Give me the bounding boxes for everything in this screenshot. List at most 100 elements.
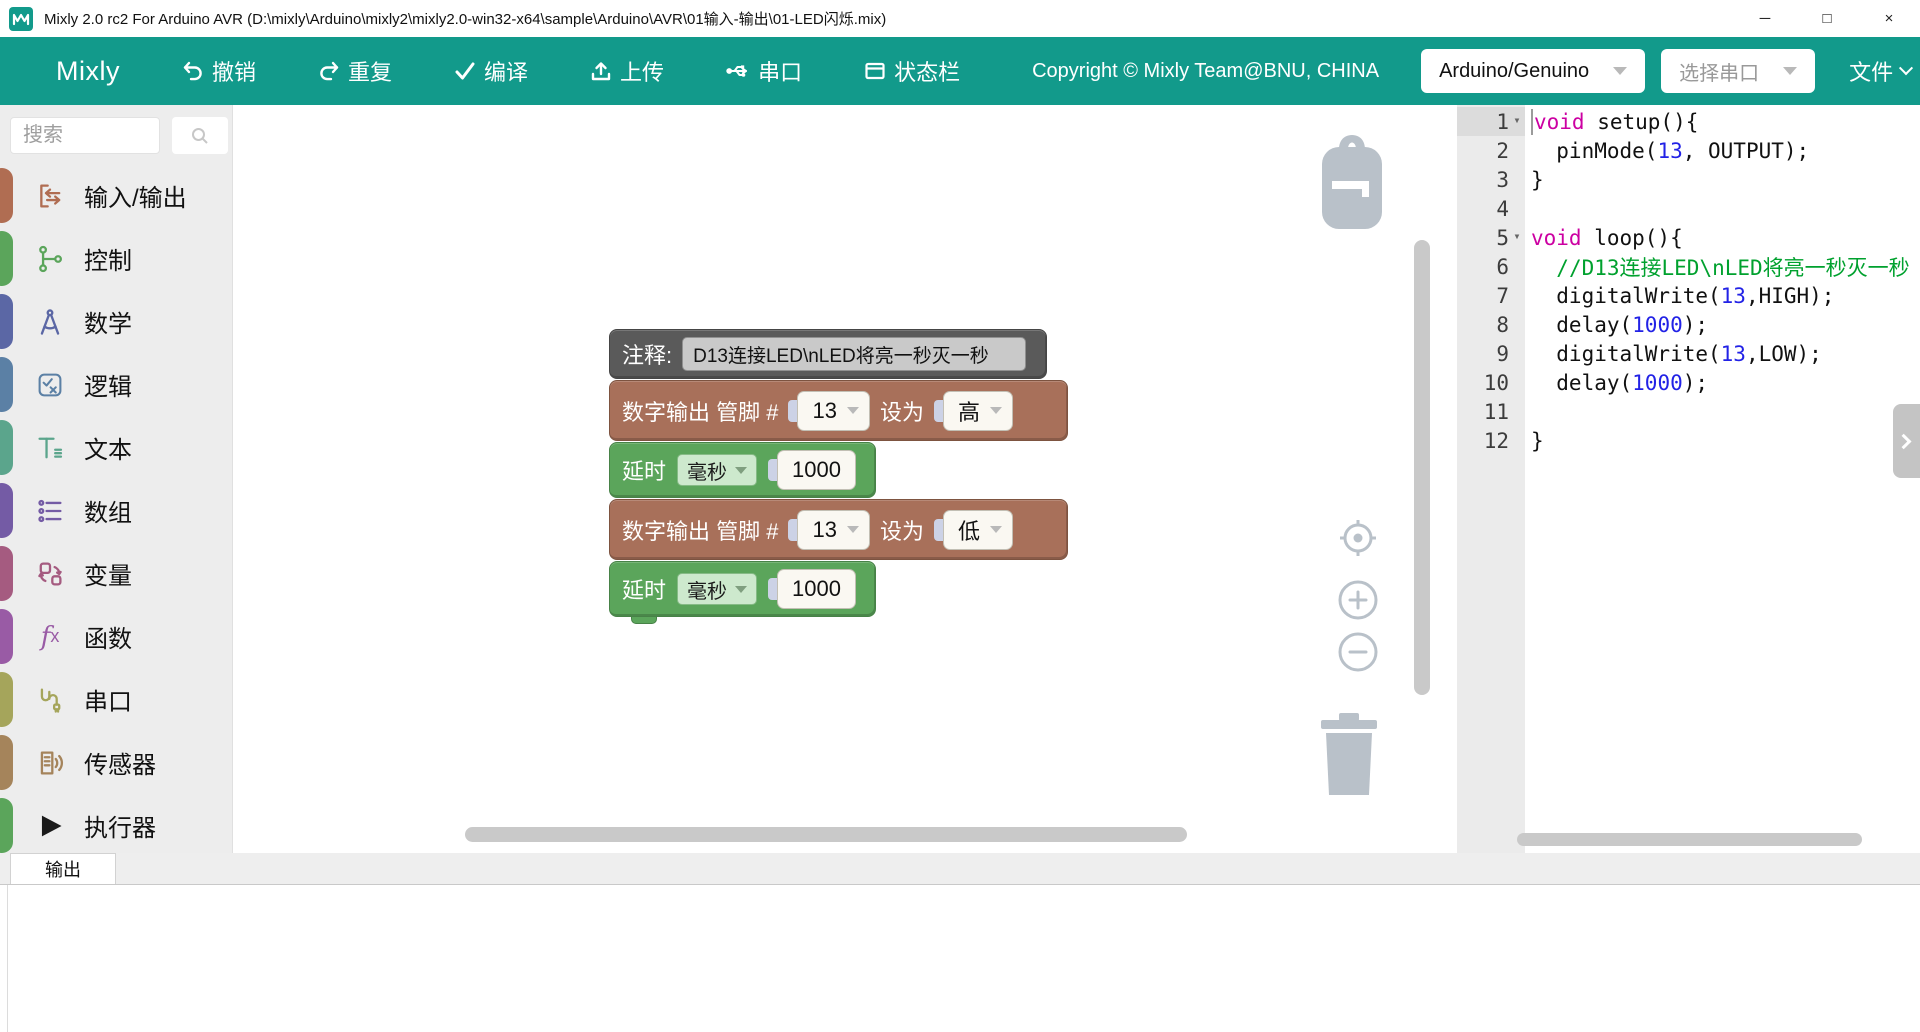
board-select[interactable]: Arduino/Genuino: [1421, 49, 1645, 93]
code-text: }: [1525, 426, 1544, 455]
chevron-right-icon: [1896, 433, 1912, 449]
delay-unit-dropdown[interactable]: 毫秒: [677, 454, 757, 486]
sidebar-item-io[interactable]: 输入/输出: [0, 164, 232, 227]
code-line: 7 digitalWrite(13,HIGH);: [1457, 281, 1920, 310]
sidebar-item-label: 输入/输出: [84, 178, 187, 213]
code-line: 2 pinMode(13, OUTPUT);: [1457, 136, 1920, 165]
line-number: 3: [1457, 165, 1525, 194]
dropdown-arrow-icon: [990, 526, 1002, 533]
delay-value-field[interactable]: 1000: [777, 569, 856, 609]
comment-text-field[interactable]: D13连接LED\nLED将亮一秒灭一秒: [682, 337, 1026, 371]
bottom-tab-strip: 输出: [0, 853, 1920, 884]
delay-unit-value: 毫秒: [687, 575, 727, 604]
redo-icon: [318, 60, 340, 82]
level-dropdown[interactable]: 低: [943, 510, 1013, 550]
canvas-horizontal-scrollbar[interactable]: [465, 827, 1187, 842]
sidebar-item-control[interactable]: 控制: [0, 227, 232, 290]
title-bar: Mixly 2.0 rc2 For Arduino AVR (D:\mixly\…: [0, 0, 1920, 37]
code-horizontal-scrollbar[interactable]: [1517, 833, 1862, 846]
dropdown-arrow-icon: [990, 407, 1002, 414]
line-number: 11: [1457, 397, 1525, 426]
delay-label: 延时: [622, 573, 666, 605]
line-number: 9: [1457, 339, 1525, 368]
sidebar-item-variable[interactable]: 变量: [0, 542, 232, 605]
upload-label: 上传: [620, 55, 664, 87]
zoom-reset-icon[interactable]: [1337, 517, 1379, 559]
comment-block[interactable]: 注释: D13连接LED\nLED将亮一秒灭一秒: [609, 329, 1047, 379]
sidebar-item-logic[interactable]: 逻辑: [0, 353, 232, 416]
delay-block-1[interactable]: 延时 毫秒 1000: [609, 442, 876, 498]
sidebar-item-math[interactable]: 数学: [0, 290, 232, 353]
zoom-out-icon[interactable]: [1337, 631, 1379, 673]
sidebar-item-serial[interactable]: 串口: [0, 668, 232, 731]
compile-check-icon: [454, 60, 476, 82]
maximize-button[interactable]: □: [1796, 0, 1858, 37]
backpack-icon[interactable]: [1318, 133, 1386, 233]
block-bottom-notch: [631, 617, 657, 624]
sidebar-item-label: 变量: [84, 556, 132, 591]
statusbar-label: 状态栏: [894, 55, 960, 87]
sidebar-item-array[interactable]: 数组: [0, 479, 232, 542]
category-color-pill: [0, 798, 13, 853]
delay-unit-value: 毫秒: [687, 456, 727, 485]
text-cursor: [1531, 109, 1533, 135]
code-editor[interactable]: 1▾void setup(){2 pinMode(13, OUTPUT);3}4…: [1457, 105, 1920, 853]
code-line: 9 digitalWrite(13,LOW);: [1457, 339, 1920, 368]
pin-dropdown[interactable]: 13: [797, 391, 869, 431]
code-panel-collapse-button[interactable]: [1893, 404, 1920, 478]
blockly-workspace[interactable]: 注释: D13连接LED\nLED将亮一秒灭一秒 数字输出 管脚 # 13 设为…: [233, 105, 1457, 853]
sidebar-item-sensor[interactable]: 传感器: [0, 731, 232, 794]
mixly-window: Mixly 2.0 rc2 For Arduino AVR (D:\mixly\…: [0, 0, 1920, 1032]
search-input[interactable]: [10, 117, 160, 154]
code-line: 1▾void setup(){: [1457, 107, 1920, 136]
delay-block-2[interactable]: 延时 毫秒 1000: [609, 561, 876, 617]
fold-arrow-icon[interactable]: ▾: [1510, 113, 1524, 127]
delay-label: 延时: [622, 454, 666, 486]
code-line: 12}: [1457, 426, 1920, 455]
undo-button[interactable]: 撤销: [182, 55, 256, 87]
digital-write-block-1[interactable]: 数字输出 管脚 # 13 设为 高: [609, 380, 1068, 441]
category-color-pill: [0, 609, 13, 664]
delay-value-field[interactable]: 1000: [777, 450, 856, 490]
sidebar-item-label: 逻辑: [84, 367, 132, 402]
pin-dropdown[interactable]: 13: [797, 510, 869, 550]
undo-label: 撤销: [212, 55, 256, 87]
delay-unit-dropdown[interactable]: 毫秒: [677, 573, 757, 605]
serial-monitor-button[interactable]: 串口: [726, 55, 802, 87]
statusbar-icon: [864, 60, 886, 82]
category-color-pill: [0, 231, 13, 286]
copyright-text: Copyright © Mixly Team@BNU, CHINA: [1032, 60, 1379, 83]
port-select[interactable]: 选择串口: [1661, 49, 1815, 93]
search-icon: [190, 126, 210, 146]
code-text: [1525, 194, 1531, 223]
sidebar-item-actuator[interactable]: 执行器: [0, 794, 232, 853]
text-icon: [34, 432, 66, 464]
upload-button[interactable]: 上传: [590, 55, 664, 87]
compile-button[interactable]: 编译: [454, 55, 528, 87]
menu-file[interactable]: 文件: [1849, 55, 1911, 87]
minimize-button[interactable]: ─: [1734, 0, 1796, 37]
block-category-sidebar: 输入/输出 控制 数学: [0, 105, 233, 853]
line-number: 6: [1457, 252, 1525, 281]
sensor-icon: [34, 747, 66, 779]
redo-label: 重复: [348, 55, 392, 87]
digital-write-block-2[interactable]: 数字输出 管脚 # 13 设为 低: [609, 499, 1068, 560]
tab-output[interactable]: 输出: [10, 853, 116, 884]
sidebar-item-text[interactable]: 文本: [0, 416, 232, 479]
zoom-in-icon[interactable]: [1337, 579, 1379, 621]
level-dropdown[interactable]: 高: [943, 391, 1013, 431]
serial-usb-icon: [726, 60, 750, 82]
trash-icon[interactable]: [1317, 713, 1381, 797]
fold-arrow-icon[interactable]: ▾: [1510, 229, 1524, 243]
redo-button[interactable]: 重复: [318, 55, 392, 87]
array-icon: [34, 495, 66, 527]
pin-socket: 13: [788, 391, 869, 431]
statusbar-button[interactable]: 状态栏: [864, 55, 960, 87]
sidebar-item-function[interactable]: fx 函数: [0, 605, 232, 668]
search-button[interactable]: [172, 117, 228, 154]
serial-label: 串口: [758, 55, 802, 87]
set-label: 设为: [880, 395, 924, 427]
output-console[interactable]: [7, 885, 1920, 1032]
canvas-vertical-scrollbar[interactable]: [1414, 240, 1430, 695]
close-button[interactable]: ×: [1858, 0, 1920, 37]
